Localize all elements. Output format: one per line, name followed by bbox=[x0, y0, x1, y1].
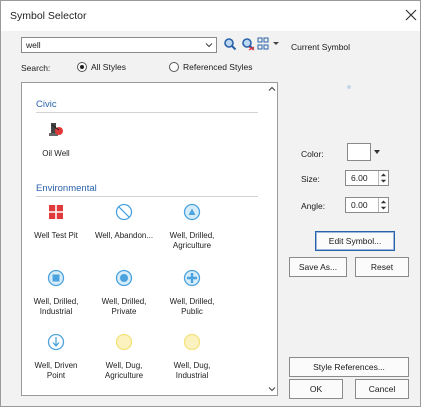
title-bar: Symbol Selector bbox=[1, 1, 420, 31]
symbol-well-dug-industrial[interactable]: Well, Dug, Industrial bbox=[162, 333, 222, 381]
well-dug-industrial-icon bbox=[183, 333, 201, 351]
symbol-list[interactable]: Civic Oil Well Environmental Well Test P… bbox=[21, 82, 278, 396]
well-drilled-agriculture-icon bbox=[183, 203, 201, 221]
symbol-label: Well, Dug, Industrial bbox=[173, 361, 211, 380]
angle-value[interactable]: 0.00 bbox=[351, 200, 368, 210]
symbol-label: Well, Driven Point bbox=[34, 361, 78, 380]
scroll-up-icon[interactable] bbox=[268, 85, 276, 93]
angle-spinner[interactable]: 0.00 bbox=[345, 197, 389, 213]
symbol-well-test-pit[interactable]: Well Test Pit bbox=[26, 203, 86, 241]
group-title-environmental: Environmental bbox=[36, 183, 97, 194]
well-test-pit-icon bbox=[49, 205, 63, 219]
symbol-well-drilled-industrial[interactable]: Well, Drilled, Industrial bbox=[26, 269, 86, 317]
size-label: Size: bbox=[301, 174, 320, 184]
search-scope-label: Search: bbox=[21, 63, 51, 73]
symbol-selector-dialog: Symbol Selector well Current Symbol Sear… bbox=[0, 0, 421, 407]
save-as-button[interactable]: Save As... bbox=[289, 257, 347, 277]
group-divider bbox=[36, 112, 258, 113]
color-label: Color: bbox=[301, 149, 324, 159]
group-divider bbox=[36, 196, 258, 197]
well-driven-point-icon bbox=[47, 333, 65, 351]
scroll-down-icon[interactable] bbox=[268, 385, 276, 393]
symbol-well-abandoned[interactable]: Well, Abandon... bbox=[94, 203, 154, 241]
size-spinner[interactable]: 6.00 bbox=[345, 170, 389, 186]
chevron-down-icon[interactable] bbox=[373, 149, 381, 155]
symbol-well-drilled-public[interactable]: Well, Drilled, Public bbox=[162, 269, 222, 317]
symbol-label: Well Test Pit bbox=[34, 231, 78, 240]
symbol-label: Well, Drilled, Public bbox=[169, 297, 215, 316]
current-symbol-preview bbox=[291, 61, 407, 131]
angle-label: Angle: bbox=[301, 201, 326, 211]
current-symbol-label: Current Symbol bbox=[291, 42, 351, 52]
symbol-label: Well, Dug, Agriculture bbox=[104, 361, 144, 380]
color-picker-button[interactable] bbox=[347, 143, 371, 161]
spinner-arrows-icon[interactable] bbox=[378, 171, 388, 185]
search-input[interactable]: well bbox=[26, 40, 41, 50]
well-dug-agriculture-icon bbox=[115, 333, 133, 351]
size-value[interactable]: 6.00 bbox=[351, 173, 368, 183]
symbol-label: Well, Drilled, Private bbox=[101, 297, 147, 316]
well-drilled-private-icon bbox=[115, 269, 133, 287]
reset-button[interactable]: Reset bbox=[355, 257, 409, 277]
well-abandoned-icon bbox=[115, 203, 133, 221]
edit-symbol-button[interactable]: Edit Symbol... bbox=[315, 231, 395, 251]
cancel-button[interactable]: Cancel bbox=[355, 379, 409, 399]
symbol-well-drilled-agriculture[interactable]: Well, Drilled, Agriculture bbox=[162, 203, 222, 251]
group-title-civic: Civic bbox=[36, 99, 57, 110]
symbol-label: Oil Well bbox=[42, 149, 70, 158]
search-combobox[interactable]: well bbox=[21, 37, 217, 53]
clear-search-icon[interactable] bbox=[241, 37, 255, 51]
symbol-label: Well, Drilled, Industrial bbox=[33, 297, 79, 316]
vertical-scrollbar[interactable] bbox=[266, 83, 277, 395]
window-title: Symbol Selector bbox=[10, 10, 87, 22]
spinner-arrows-icon[interactable] bbox=[378, 198, 388, 212]
oil-well-icon bbox=[49, 123, 63, 136]
radio-selected-icon bbox=[77, 62, 87, 72]
style-references-button[interactable]: Style References... bbox=[289, 357, 409, 377]
well-drilled-public-icon bbox=[183, 269, 201, 287]
symbol-preview-dot bbox=[347, 85, 351, 89]
symbol-well-drilled-private[interactable]: Well, Drilled, Private bbox=[94, 269, 154, 317]
search-icon[interactable] bbox=[223, 37, 237, 51]
symbol-label: Well, Abandon... bbox=[94, 231, 154, 240]
radio-referenced-styles[interactable]: Referenced Styles bbox=[169, 61, 252, 73]
symbol-well-driven-point[interactable]: Well, Driven Point bbox=[26, 333, 86, 381]
view-options-icon[interactable] bbox=[257, 37, 281, 51]
chevron-down-icon[interactable] bbox=[204, 40, 214, 50]
radio-referenced-styles-label: Referenced Styles bbox=[183, 62, 253, 72]
radio-all-styles[interactable]: All Styles bbox=[77, 61, 126, 73]
radio-unselected-icon bbox=[169, 62, 179, 72]
close-icon[interactable] bbox=[405, 9, 417, 21]
symbol-label: Well, Drilled, Agriculture bbox=[169, 231, 215, 250]
symbol-oil-well[interactable]: Oil Well bbox=[26, 121, 86, 159]
radio-all-styles-label: All Styles bbox=[91, 62, 126, 72]
well-drilled-industrial-icon bbox=[47, 269, 65, 287]
ok-button[interactable]: OK bbox=[289, 379, 343, 399]
symbol-well-dug-agriculture[interactable]: Well, Dug, Agriculture bbox=[94, 333, 154, 381]
